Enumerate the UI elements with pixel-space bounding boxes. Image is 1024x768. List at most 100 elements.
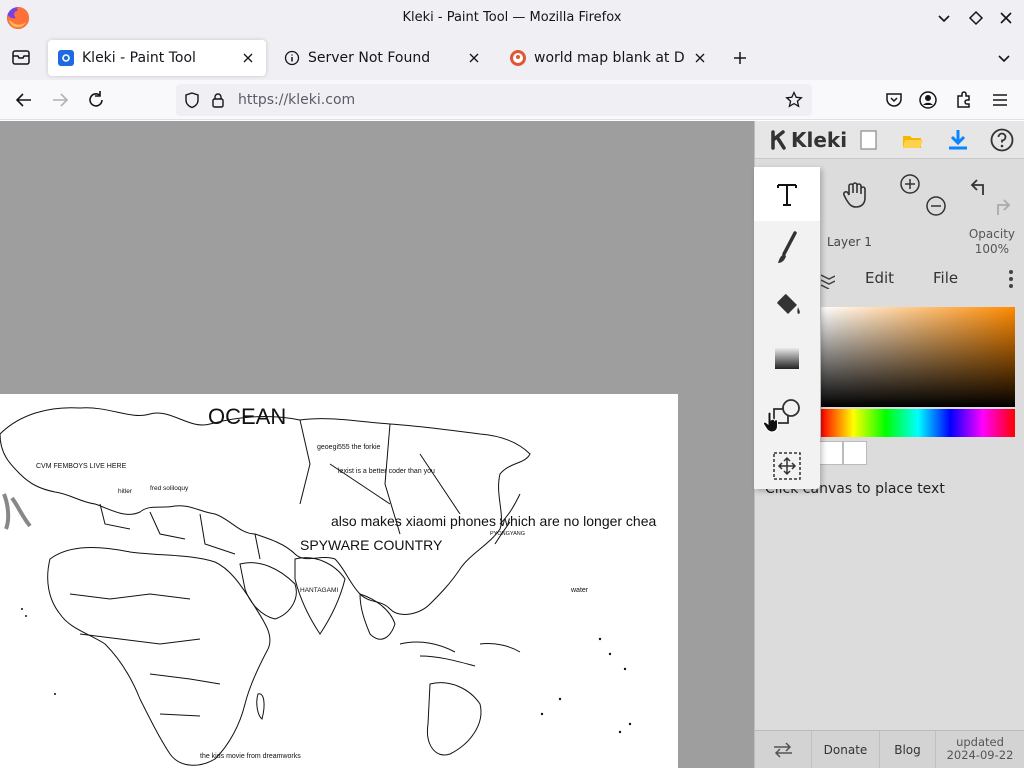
pocket-icon [886, 93, 902, 107]
tab-tray-icon [12, 50, 30, 65]
canvas-text-xiaomi: also makes xiaomi phones which are no lo… [331, 513, 657, 529]
window-title: Kleki - Paint Tool — Mozilla Firefox [402, 10, 622, 25]
brush-tool-icon [778, 231, 797, 263]
swap-arrows-icon [774, 742, 792, 758]
canvas-text-cvm: CVM FEMBOYS LIVE HERE [36, 463, 127, 470]
opacity-label: Opacity [968, 227, 1015, 241]
tab-bar: Kleki - Paint Tool Server Not Found worl… [0, 36, 1024, 80]
file-menu-button[interactable]: File [933, 269, 958, 287]
reload-icon [89, 91, 103, 107]
canvas-text-hantagami: HANTAGAMI [300, 587, 339, 594]
canvas-text-hitler: hitler [118, 488, 133, 495]
app-menu-button[interactable] [988, 88, 1012, 112]
tool-picker-popup [754, 167, 820, 489]
brush-tool-button[interactable] [754, 221, 820, 275]
back-button[interactable] [12, 88, 36, 112]
shield-icon[interactable] [182, 90, 202, 110]
tab-label: world map blank at Duck [534, 50, 684, 66]
hamburger-menu-icon [993, 94, 1007, 106]
secondary-color-swatch[interactable] [819, 441, 843, 465]
redo-icon[interactable] [993, 195, 1015, 217]
tab-kleki[interactable]: Kleki - Paint Tool [48, 40, 266, 76]
primary-color-swatch[interactable] [843, 441, 867, 465]
layers-icon[interactable] [821, 269, 835, 289]
diamond-icon [968, 10, 984, 26]
sidebar-top-bar: Kleki [755, 121, 1024, 159]
url-bar[interactable]: https://kleki.com [176, 84, 812, 116]
canvas-text-water: water [571, 587, 589, 594]
zoom-in-icon[interactable] [899, 173, 921, 195]
opacity-value: 100% [974, 242, 1010, 256]
selection-move-icon [773, 452, 801, 480]
zoom-out-icon[interactable] [925, 195, 947, 217]
close-window-button[interactable] [996, 8, 1016, 28]
kleki-favicon-icon [58, 50, 74, 66]
canvas-text-ocean: OCEAN [208, 404, 287, 429]
bookmark-star-icon[interactable] [784, 90, 804, 110]
edit-menu-button[interactable]: Edit [865, 269, 894, 287]
chevron-down-icon [938, 15, 950, 23]
pointer-hand-cursor-icon [762, 411, 778, 433]
gradient-tool-button[interactable] [754, 331, 820, 385]
kleki-logo[interactable]: Kleki [769, 127, 847, 153]
minimize-button[interactable] [934, 8, 954, 28]
more-options-icon[interactable] [1001, 267, 1021, 291]
close-tab-icon[interactable] [692, 50, 708, 66]
canvas-text-spyware: SPYWARE COUNTRY [300, 537, 443, 553]
drawing-canvas[interactable]: OCEAN geoegi555 the forkie lexist is a b… [0, 394, 678, 768]
new-image-icon[interactable] [855, 127, 881, 153]
close-icon [1000, 12, 1012, 24]
forward-button[interactable] [48, 88, 72, 112]
maximize-button[interactable] [966, 8, 986, 28]
tab-overflow-button[interactable] [994, 48, 1014, 68]
paint-bucket-icon [777, 294, 800, 314]
kleki-logo-icon [771, 130, 786, 150]
canvas-text-pyongyang: PYONGYANG [490, 531, 526, 537]
swap-sidebar-button[interactable] [755, 731, 811, 768]
reload-button[interactable] [84, 88, 108, 112]
back-arrow-icon [15, 93, 31, 107]
title-bar: Kleki - Paint Tool — Mozilla Firefox [0, 0, 1024, 36]
updated-date: 2024-09-22 [946, 748, 1014, 762]
hand-tool-icon[interactable] [841, 179, 869, 209]
tab-label: Server Not Found [308, 50, 431, 66]
tab-server-not-found[interactable]: Server Not Found [274, 40, 492, 76]
account-icon [919, 91, 937, 109]
download-icon[interactable] [945, 127, 971, 153]
fill-tool-button[interactable] [754, 277, 820, 331]
kleki-app: OCEAN geoegi555 the forkie lexist is a b… [0, 121, 1024, 768]
plus-icon [734, 52, 746, 64]
close-tab-icon[interactable] [240, 50, 256, 66]
account-button[interactable] [916, 88, 940, 112]
layer-row[interactable]: Layer 1 Opacity 100% [821, 223, 1024, 263]
tab-duckduckgo[interactable]: world map blank at Duck [500, 40, 718, 76]
puzzle-icon [957, 91, 970, 108]
sidebar-menu-row: Edit File [821, 263, 1024, 295]
select-tool-button[interactable] [754, 439, 820, 493]
hue-slider[interactable] [821, 409, 1015, 437]
updated-info-text: updated 2024-09-22 [935, 736, 1024, 762]
canvas-text-fred: fred soliloquy [150, 485, 189, 492]
lock-icon[interactable] [208, 90, 228, 110]
layer-opacity[interactable]: Opacity 100% [969, 227, 1015, 257]
nav-bar: https://kleki.com [0, 80, 1024, 120]
blog-button[interactable]: Blog [879, 731, 935, 768]
forward-arrow-icon [53, 93, 69, 107]
kleki-logo-text: Kleki [791, 128, 848, 152]
extensions-button[interactable] [952, 88, 976, 112]
tab-label: Kleki - Paint Tool [82, 50, 196, 66]
text-tool-button[interactable] [754, 167, 820, 221]
sidebar-footer: Donate Blog updated 2024-09-22 [755, 730, 1024, 768]
color-picker-gradient[interactable] [821, 307, 1015, 407]
layer-name: Layer 1 [827, 235, 872, 249]
undo-icon[interactable] [967, 175, 989, 197]
pocket-button[interactable] [882, 88, 906, 112]
open-folder-icon[interactable] [899, 127, 925, 153]
list-all-tabs-button[interactable] [8, 44, 34, 70]
close-tab-icon[interactable] [466, 50, 482, 66]
new-tab-button[interactable] [728, 44, 752, 72]
donate-button[interactable]: Donate [811, 731, 879, 768]
chevron-down-icon [998, 55, 1010, 63]
url-text: https://kleki.com [238, 92, 356, 108]
help-icon[interactable] [989, 127, 1015, 153]
